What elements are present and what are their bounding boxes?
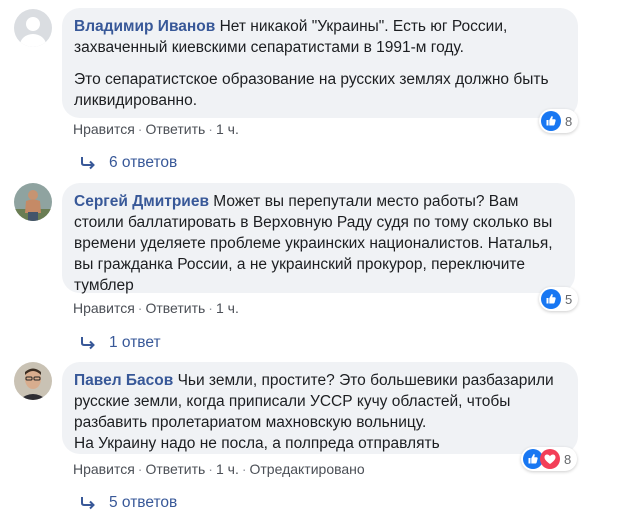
replies-count[interactable]: 1 ответ (109, 334, 161, 352)
separator: · (208, 461, 213, 477)
reactions-badge[interactable]: 5 (539, 287, 579, 311)
separator: · (137, 461, 143, 477)
reply-arrow-icon (81, 157, 95, 170)
comments-thread: Владимир Иванов Нет никакой "Украины". Е… (0, 0, 620, 514)
avatar[interactable] (14, 183, 52, 221)
timestamp[interactable]: 1 ч. (216, 121, 239, 137)
separator: · (208, 300, 213, 316)
view-replies-link[interactable]: 1 ответ (80, 334, 161, 352)
reply-button[interactable]: Ответить (145, 461, 205, 477)
separator: · (137, 300, 143, 316)
avatar[interactable] (14, 362, 52, 400)
comment-author[interactable]: Сергей Дмитриев (74, 193, 209, 210)
comment-text: На Украину надо не посла, а полпреда отп… (74, 435, 440, 452)
comment-actions: Нравится · Ответить · 1 ч. (73, 121, 239, 137)
view-replies-link[interactable]: 5 ответов (80, 494, 177, 512)
comment-author[interactable]: Владимир Иванов (74, 18, 215, 35)
comment-actions: Нравится · Ответить · 1 ч. · Отредактировано (73, 461, 365, 477)
separator: · (208, 121, 213, 137)
view-replies-link[interactable]: 6 ответов (80, 154, 177, 172)
comment-actions: Нравится · Ответить · 1 ч. (73, 300, 239, 316)
replies-count[interactable]: 5 ответов (109, 494, 177, 512)
reply-arrow-icon (81, 337, 95, 350)
reactions-badge[interactable]: 8 (539, 109, 579, 133)
comment-author[interactable]: Павел Басов (74, 372, 173, 389)
comment-bubble: Владимир Иванов Нет никакой "Украины". Е… (62, 8, 578, 118)
reply-button[interactable]: Ответить (145, 300, 205, 316)
reaction-count: 8 (564, 451, 572, 467)
comment-bubble: Павел Басов Чьи земли, простите? Это бол… (62, 362, 578, 454)
like-icon (541, 289, 561, 309)
love-icon (540, 449, 560, 469)
timestamp[interactable]: 1 ч. (216, 300, 239, 316)
like-button[interactable]: Нравится (73, 300, 135, 316)
edited-label[interactable]: Отредактировано (250, 461, 365, 477)
reply-arrow-icon (81, 497, 95, 510)
like-button[interactable]: Нравится (73, 461, 135, 477)
comment-bubble: Сергей Дмитриев Может вы перепутали мест… (62, 183, 575, 294)
timestamp[interactable]: 1 ч. (216, 461, 239, 477)
like-icon (541, 111, 561, 131)
like-button[interactable]: Нравится (73, 121, 135, 137)
reaction-count: 8 (565, 113, 573, 129)
comment-text: Это сепаратистское образование на русски… (74, 71, 549, 109)
separator: · (137, 121, 143, 137)
reactions-badge[interactable]: 8 (521, 447, 578, 471)
reaction-count: 5 (565, 291, 573, 307)
replies-count[interactable]: 6 ответов (109, 154, 177, 172)
avatar[interactable] (14, 9, 52, 47)
reply-button[interactable]: Ответить (145, 121, 205, 137)
separator: · (241, 461, 247, 477)
